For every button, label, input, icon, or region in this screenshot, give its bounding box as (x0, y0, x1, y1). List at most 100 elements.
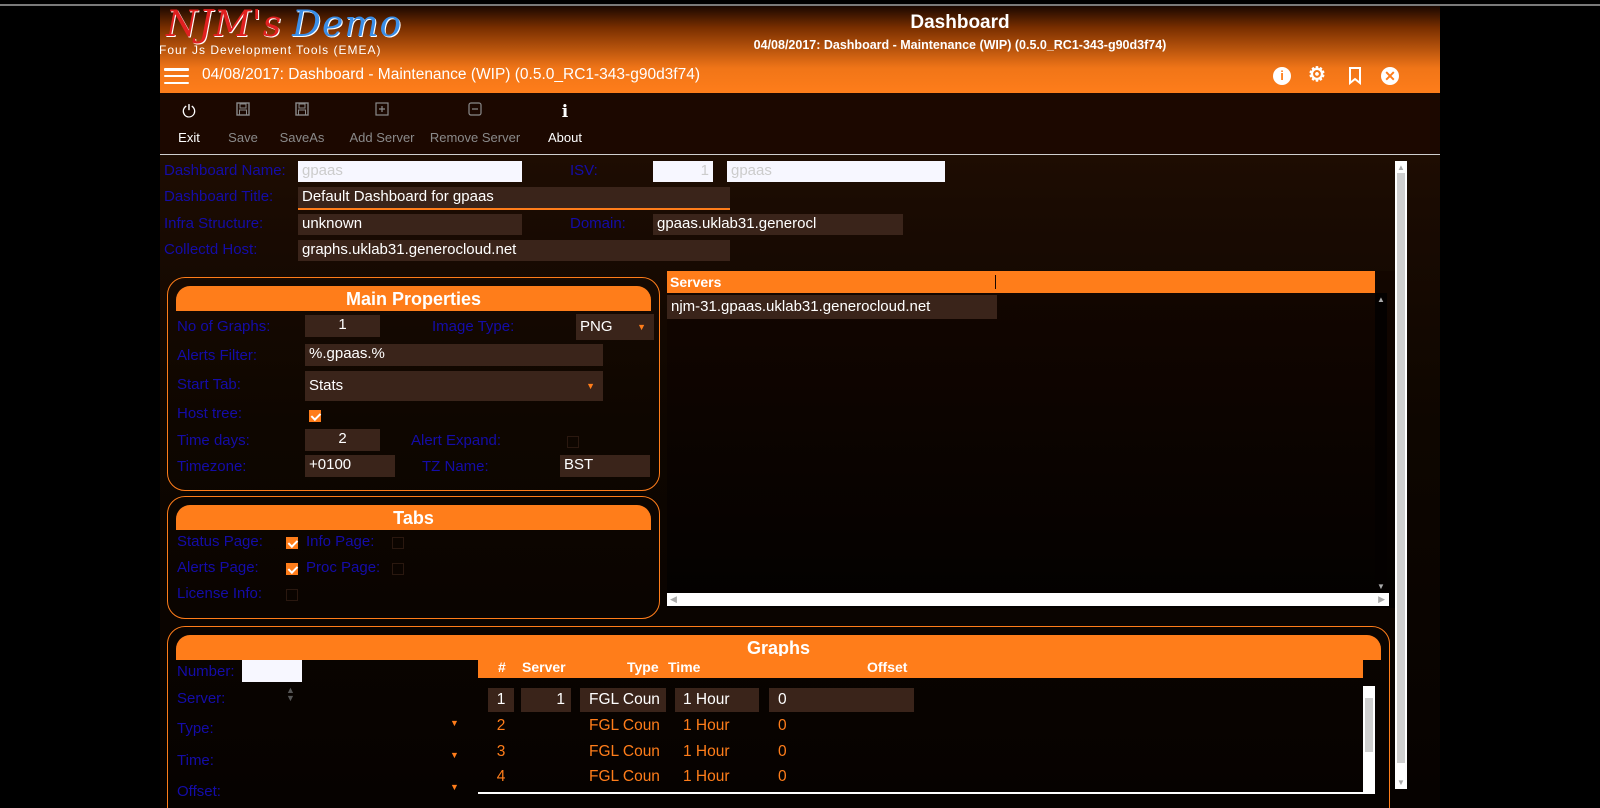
info-page-checkbox[interactable] (392, 537, 404, 549)
graph-row-type[interactable]: FGL Coun (589, 740, 660, 764)
timezone-label: Timezone: (177, 458, 247, 475)
servers-table: Servers njm-31.gpaas.uklab31.generocloud… (667, 271, 1395, 608)
logo-subtitle: Four Js Development Tools (EMEA) (160, 43, 382, 57)
graphs-table-header: # Server Type Time Offset (478, 656, 1363, 678)
license-info-label: License Info: (177, 585, 263, 602)
close-icon[interactable]: ✕ (1381, 67, 1399, 85)
dashboard-name-label: Dashboard Name: (164, 162, 286, 179)
scroll-left-icon[interactable]: ◀ (670, 594, 677, 605)
timezone-field[interactable]: +0100 (305, 455, 395, 477)
graph-row-offset[interactable]: 0 (778, 765, 787, 789)
page-subtitle: 04/08/2017: Dashboard - Maintenance (WIP… (753, 38, 1167, 52)
start-tab-select[interactable]: Stats ▼ (305, 371, 603, 401)
proc-page-checkbox[interactable] (392, 563, 404, 575)
menu-icon[interactable] (164, 68, 189, 85)
time-days-label: Time days: (177, 432, 250, 449)
status-page-label: Status Page: (177, 533, 263, 550)
offset-label: Offset: (177, 783, 221, 800)
dashboard-name-field[interactable]: gpaas (298, 161, 522, 182)
main-properties-title: Main Properties (176, 286, 651, 311)
server-row[interactable]: njm-31.gpaas.uklab31.generocloud.net (667, 295, 997, 319)
power-icon: ⏻ (182, 102, 196, 121)
isv-label: ISV: (570, 162, 598, 179)
time-dropdown-icon[interactable]: ▼ (450, 750, 459, 760)
graph-row-time[interactable]: 1 Hour (683, 714, 730, 738)
graph-row-offset[interactable]: 0 (778, 714, 787, 738)
type-dropdown-icon[interactable]: ▼ (450, 718, 459, 728)
graph-row-time[interactable]: 1 Hour (683, 765, 730, 789)
save-button[interactable]: Save (226, 101, 260, 145)
dashboard-title-label: Dashboard Title: (164, 188, 274, 205)
status-page-checkbox[interactable] (286, 537, 298, 549)
alert-expand-checkbox[interactable] (567, 436, 579, 448)
graph-row-time[interactable]: 1 Hour (683, 740, 730, 764)
window-title: 04/08/2017: Dashboard - Maintenance (WIP… (202, 66, 701, 83)
servers-horizontal-scrollbar[interactable]: ◀ ▶ (667, 593, 1389, 606)
spinner-icon[interactable]: ▲ ▼ (286, 686, 295, 703)
exit-button[interactable]: ⏻ Exit (175, 101, 203, 145)
license-info-checkbox[interactable] (286, 589, 298, 601)
infra-structure-field[interactable]: unknown (298, 214, 522, 235)
graphs-horizontal-scrollbar[interactable] (478, 792, 1363, 794)
isv-number-field[interactable]: 1 (653, 161, 713, 182)
column-divider (995, 275, 996, 289)
logo: NJM's Demo (166, 6, 403, 45)
app-window: NJM's Demo Four Js Development Tools (EME… (160, 6, 1440, 808)
tz-name-label: TZ Name: (422, 458, 489, 475)
scroll-up-icon[interactable]: ▲ (1397, 163, 1405, 172)
graph-row-offset[interactable]: 0 (769, 688, 914, 712)
page-vertical-scrollbar[interactable]: ▲ ▼ (1395, 161, 1407, 789)
scroll-up-icon[interactable]: ▲ (1377, 295, 1385, 304)
bookmark-icon[interactable] (1346, 67, 1364, 86)
save-as-icon (277, 101, 327, 123)
image-type-select[interactable]: PNG ▼ (576, 314, 654, 340)
saveas-button[interactable]: SaveAs (277, 101, 327, 145)
tz-name-field[interactable]: BST (560, 455, 650, 477)
graph-row-type[interactable]: FGL Coun (589, 765, 660, 789)
graph-row-time[interactable]: 1 Hour (675, 688, 759, 712)
scroll-right-icon[interactable]: ▶ (1378, 594, 1385, 605)
isv-name-field[interactable]: gpaas (727, 161, 945, 182)
info-icon[interactable]: i (1273, 67, 1291, 85)
remove-server-button[interactable]: Remove Server (428, 101, 522, 145)
servers-vertical-scrollbar[interactable]: ▲ ▼ (1375, 293, 1387, 593)
infra-structure-label: Infra Structure: (164, 215, 264, 232)
graph-row-number[interactable]: 2 (488, 714, 514, 738)
graphs-vertical-scrollbar[interactable] (1363, 686, 1375, 794)
dashboard-title-field[interactable]: Default Dashboard for gpaas (298, 187, 730, 210)
graph-row-offset[interactable]: 0 (778, 740, 787, 764)
graph-row-server[interactable]: 1 (521, 688, 571, 712)
domain-field[interactable]: gpaas.uklab31.generocl (653, 214, 903, 235)
alert-expand-label: Alert Expand: (411, 432, 502, 449)
collectd-host-field[interactable]: graphs.uklab31.generocloud.net (298, 240, 730, 261)
time-days-field[interactable]: 2 (305, 429, 380, 451)
domain-label: Domain: (570, 215, 626, 232)
add-icon (347, 101, 417, 123)
graph-row-number[interactable]: 4 (488, 765, 514, 789)
graph-row-number[interactable]: 3 (488, 740, 514, 764)
scroll-down-icon[interactable]: ▼ (1377, 582, 1385, 591)
scrollbar-thumb[interactable] (1397, 173, 1405, 763)
settings-icon[interactable]: ⚙ (1308, 65, 1326, 85)
graph-row-type[interactable]: FGL Coun (589, 714, 660, 738)
toolbar: ⏻ Exit Save SaveAs Add Server Remove Ser… (160, 93, 1440, 155)
alerts-page-checkbox[interactable] (286, 563, 298, 575)
alerts-filter-label: Alerts Filter: (177, 347, 258, 364)
number-field[interactable] (242, 660, 302, 682)
graph-row-number[interactable]: 1 (488, 688, 514, 712)
about-button[interactable]: i About (545, 101, 585, 145)
add-server-button[interactable]: Add Server (347, 101, 417, 145)
scrollbar-thumb[interactable] (1365, 698, 1373, 752)
servers-table-header: Servers (667, 271, 1375, 293)
graph-row-type[interactable]: FGL Coun (580, 688, 666, 712)
scroll-down-icon[interactable]: ▼ (1397, 778, 1405, 787)
dropdown-caret-icon: ▼ (637, 322, 646, 332)
collectd-host-label: Collectd Host: (164, 241, 258, 258)
no-of-graphs-field[interactable]: 1 (305, 315, 380, 337)
alerts-filter-field[interactable]: %.gpaas.% (305, 344, 603, 366)
offset-dropdown-icon[interactable]: ▼ (450, 782, 459, 792)
type-label: Type: (177, 720, 214, 737)
image-type-label: Image Type: (432, 318, 515, 335)
proc-page-label: Proc Page: (306, 559, 381, 576)
host-tree-checkbox[interactable] (309, 410, 321, 422)
